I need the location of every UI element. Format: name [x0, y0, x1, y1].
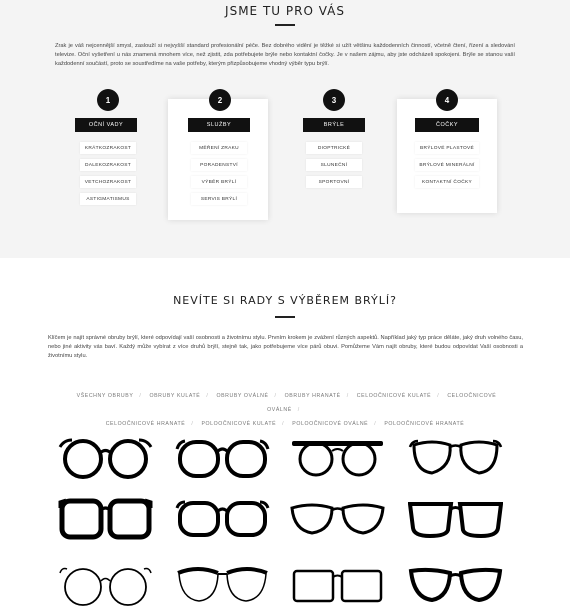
filter-row: VŠECHNY OBRUBY / OBRUBY KULATÉ / OBRUBY OV…: [60, 389, 510, 417]
glasses-oval-thin[interactable]: [408, 437, 503, 481]
filter-row: CELOOČNICOVÉ HRANATÉ / POLOOČNICOVÉ KULAT…: [60, 417, 510, 431]
filter-separator: /: [139, 393, 142, 399]
option-item[interactable]: SLUNEČNÍ: [306, 159, 362, 171]
option-item[interactable]: DIOPTRICKÉ: [306, 142, 362, 154]
filter-link[interactable]: VŠECHNY OBRUBY: [77, 393, 134, 399]
option-item[interactable]: KONTAKTNÍ ČOČKY: [415, 176, 479, 188]
filter-link[interactable]: POLOOČNICOVÉ OVÁLNÉ: [292, 421, 368, 427]
filter-link[interactable]: POLOOČNICOVÉ KULATÉ: [201, 421, 276, 427]
option-item[interactable]: BRÝLOVÉ PLASTOVÉ: [415, 142, 479, 154]
category-button[interactable]: ČOČKY: [415, 118, 479, 132]
option-item[interactable]: ASTIGMATISMUS: [80, 193, 136, 205]
card-eye-defects: 1 OČNÍ VADY KRÁTKOZRAKOST DALEKOZRAKOST …: [58, 89, 158, 214]
filter-separator: /: [297, 407, 300, 413]
filter-separator: /: [206, 393, 209, 399]
step-badge: 3: [323, 89, 345, 111]
step-badge: 1: [97, 89, 119, 111]
section-title: JSME TU PRO VÁS: [225, 4, 345, 18]
filter-link[interactable]: CELOOČNICOVÉ KULATÉ: [357, 393, 431, 399]
filter-link[interactable]: OBRUBY HRANATÉ: [285, 393, 341, 399]
option-item[interactable]: DALEKOZRAKOST: [80, 159, 136, 171]
category-button[interactable]: OČNÍ VADY: [75, 118, 137, 132]
glasses-rect-rounded[interactable]: [175, 498, 270, 540]
frame-filters: VŠECHNY OBRUBY / OBRUBY KULATÉ / OBRUBY OV…: [60, 389, 510, 431]
card-glasses: 3 BRÝLE DIOPTRICKÉ SLUNEČNÍ SPORTOVNÍ: [283, 89, 383, 214]
glasses-wayfarer[interactable]: [408, 498, 503, 540]
filter-link[interactable]: OBRUBY OVÁLNÉ: [216, 393, 268, 399]
section-title: NEVÍTE SI RADY S VÝBĚREM BRÝLÍ?: [173, 294, 397, 307]
option-item[interactable]: VÝBĚR BRÝLÍ: [191, 176, 247, 188]
category-button[interactable]: BRÝLE: [303, 118, 365, 132]
intro-text: Klíčem je najít správné obruby brýlí, kt…: [48, 335, 523, 359]
glasses-square-thick[interactable]: [58, 496, 153, 542]
title-underline: [275, 24, 295, 26]
filter-separator: /: [346, 393, 349, 399]
option-item[interactable]: SPORTOVNÍ: [306, 176, 362, 188]
step-badge: 2: [209, 89, 231, 111]
glasses-rect-thin[interactable]: [290, 565, 385, 605]
intro-text: Zrak je váš nejcennější smysl, zaslouží …: [55, 43, 515, 67]
option-item[interactable]: SERVIS BRÝLÍ: [191, 193, 247, 205]
card-services: 2 SLUŽBY MĚŘENÍ ZRAKU PORADENSTVÍ VÝBĚR …: [168, 89, 268, 220]
filter-link[interactable]: CELOOČNICOVÉ HRANATÉ: [106, 421, 186, 427]
option-item[interactable]: VETCHOZRAKOST: [80, 176, 136, 188]
category-button[interactable]: SLUŽBY: [188, 118, 250, 132]
option-item[interactable]: MĚŘENÍ ZRAKU: [191, 142, 247, 154]
card-lenses: 4 ČOČKY BRÝLOVÉ PLASTOVÉ BRÝLOVÉ MINERÁL…: [397, 89, 497, 213]
services-section: JSME TU PRO VÁS Zrak je váš nejcennější …: [0, 0, 570, 258]
filter-separator: /: [282, 421, 285, 427]
filter-separator: /: [191, 421, 194, 427]
glasses-cateye-thin[interactable]: [290, 500, 385, 538]
option-item[interactable]: KRÁTKOZRAKOST: [80, 142, 136, 154]
glasses-browline-thin[interactable]: [175, 563, 270, 607]
title-underline: [275, 316, 295, 318]
glasses-round-wire[interactable]: [58, 563, 153, 607]
glasses-cateye-thick[interactable]: [408, 565, 503, 605]
filter-link[interactable]: POLOOČNICOVÉ HRANATÉ: [384, 421, 464, 427]
option-item[interactable]: PORADENSTVÍ: [191, 159, 247, 171]
glasses-oval-thick[interactable]: [175, 437, 270, 481]
option-item[interactable]: BRÝLOVÉ MINERÁLNÍ: [415, 159, 479, 171]
step-badge: 4: [436, 89, 458, 111]
glasses-round-thick[interactable]: [58, 437, 153, 481]
filter-separator: /: [437, 393, 440, 399]
filter-separator: /: [274, 393, 277, 399]
glasses-browline-round[interactable]: [290, 437, 385, 481]
filter-separator: /: [374, 421, 377, 427]
filter-link[interactable]: OBRUBY KULATÉ: [149, 393, 200, 399]
